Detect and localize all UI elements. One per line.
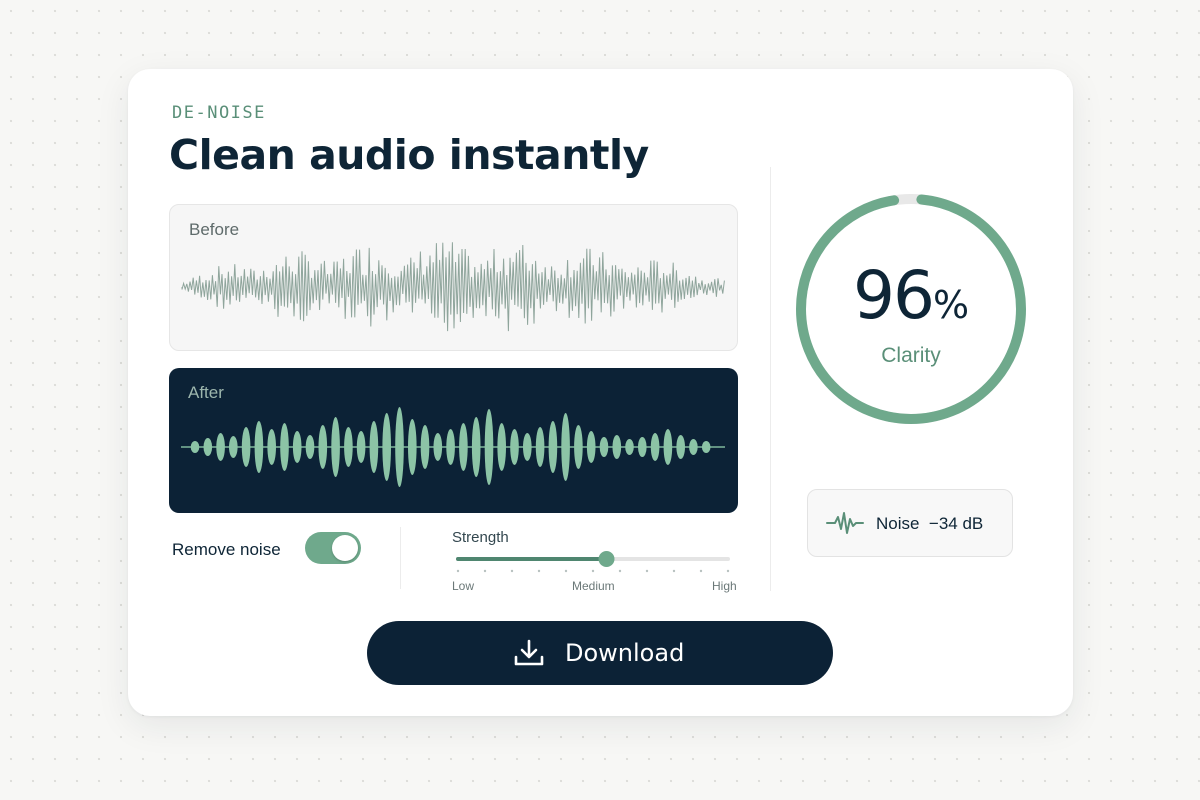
after-waveform-lobe xyxy=(586,431,596,463)
after-waveform-lobe xyxy=(548,421,558,473)
after-waveform-lobe xyxy=(267,429,276,465)
after-waveform-lobe xyxy=(318,425,328,469)
after-waveform-lobe xyxy=(344,427,353,467)
remove-noise-label: Remove noise xyxy=(172,540,281,559)
after-waveform-lobe xyxy=(561,413,570,481)
eyebrow-label: DE-NOISE xyxy=(172,103,266,123)
strength-slider-track[interactable] xyxy=(448,549,730,575)
after-waveform-lobe xyxy=(229,436,238,458)
slider-tick-marks xyxy=(456,569,730,573)
after-waveform-lobe xyxy=(471,417,481,477)
after-waveform-lobe xyxy=(523,433,532,461)
after-waveform-lobe xyxy=(701,441,711,453)
slider-tick-dot xyxy=(699,569,703,573)
column-divider xyxy=(770,167,771,591)
after-waveform-lobe xyxy=(510,429,519,465)
de-noise-card: DE-NOISE Clean audio instantly Before Af… xyxy=(128,69,1073,716)
after-waveform-lobe xyxy=(203,438,213,456)
page-title: Clean audio instantly xyxy=(169,131,649,179)
before-waveform xyxy=(181,242,725,332)
slider-tick-dot xyxy=(672,569,676,573)
after-waveform-lobe xyxy=(676,435,685,459)
after-waveform-lobe xyxy=(331,417,340,477)
download-button[interactable]: Download xyxy=(367,621,833,685)
download-icon xyxy=(514,639,544,666)
after-waveform-lobe xyxy=(420,425,430,469)
after-waveform-lobe xyxy=(650,433,660,461)
waveform-icon xyxy=(826,512,864,534)
slider-tick-dot xyxy=(456,569,460,573)
after-waveform-lobe xyxy=(216,433,225,461)
after-waveform-lobe xyxy=(459,423,468,471)
after-waveform-lobe xyxy=(574,425,583,469)
after-waveform-lobe xyxy=(535,427,545,467)
after-waveform-lobe xyxy=(484,409,494,485)
noise-readout: Noise −34 dB xyxy=(876,514,983,534)
tick-label-low: Low xyxy=(452,579,475,593)
slider-tick-dot xyxy=(564,569,568,573)
after-waveform-lobe xyxy=(241,427,251,467)
after-waveform-lobe xyxy=(280,423,289,471)
noise-label: Noise xyxy=(876,514,920,533)
after-waveform-lobe xyxy=(612,435,622,459)
clarity-number: 96 xyxy=(852,257,935,334)
after-waveform-lobe xyxy=(356,431,366,463)
slider-tick-dot xyxy=(591,569,595,573)
slider-tick-dot xyxy=(510,569,514,573)
slider-tick-dot xyxy=(618,569,622,573)
after-waveform-lobe xyxy=(254,421,264,473)
tick-label-high: High xyxy=(712,579,737,593)
download-label[interactable]: Download xyxy=(565,639,684,667)
remove-noise-toggle[interactable] xyxy=(305,532,361,564)
slider-thumb[interactable] xyxy=(598,551,615,567)
after-waveform xyxy=(181,407,725,487)
after-waveform-lobe xyxy=(190,441,200,453)
after-waveform-lobe xyxy=(663,429,673,465)
strength-slider[interactable]: Low Medium High xyxy=(448,549,737,593)
noise-value: −34 dB xyxy=(928,514,984,533)
clarity-caption: Clarity xyxy=(881,344,941,367)
before-waveform-panel: Before xyxy=(169,204,738,351)
clarity-value: 96% xyxy=(793,257,1029,334)
after-waveform-lobe xyxy=(599,437,609,457)
after-waveform-lobe xyxy=(638,437,647,457)
after-waveform-lobe xyxy=(292,431,302,463)
after-waveform-panel: After xyxy=(169,368,738,513)
controls-divider xyxy=(400,527,401,589)
after-waveform-lobe xyxy=(625,439,634,455)
after-waveform-lobe xyxy=(497,423,507,471)
after-waveform-lobe xyxy=(689,439,698,455)
after-waveform-lobe xyxy=(446,429,455,465)
slider-tick-dot xyxy=(726,569,730,573)
tick-label-medium: Medium xyxy=(572,579,615,593)
before-waveform-line xyxy=(181,242,725,332)
after-waveform-lobe xyxy=(433,433,443,461)
clarity-unit: % xyxy=(932,283,970,327)
strength-label: Strength xyxy=(452,529,509,546)
after-waveform-lobe xyxy=(382,413,391,481)
noise-level-badge: Noise −34 dB xyxy=(807,489,1013,557)
slider-tick-dot xyxy=(483,569,487,573)
slider-tick-dot xyxy=(645,569,649,573)
after-waveform-lobe xyxy=(369,421,379,473)
slider-tick-dot xyxy=(537,569,541,573)
after-waveform-lobe xyxy=(408,419,417,475)
toggle-knob[interactable] xyxy=(332,535,358,561)
after-waveform-lobe xyxy=(395,407,404,487)
after-waveform-lobe xyxy=(305,435,315,459)
